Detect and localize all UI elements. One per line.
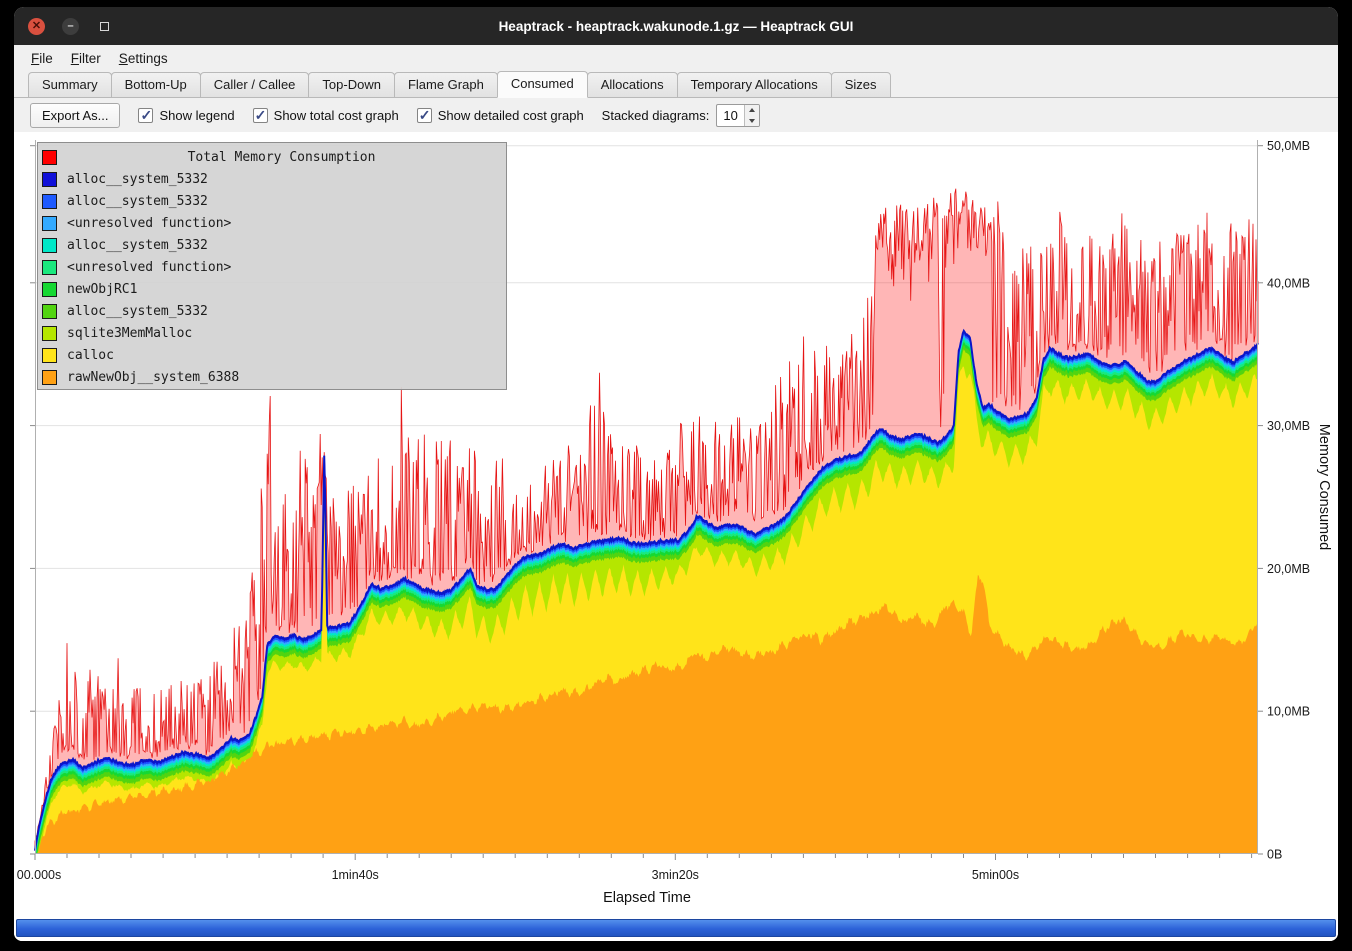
spin-up-button[interactable]	[745, 105, 759, 116]
legend-item: sqlite3MemMalloc	[38, 322, 506, 344]
legend-label: alloc__system_5332	[67, 304, 208, 319]
stacked-diagrams-group: Stacked diagrams: 10	[602, 104, 761, 127]
legend-item: calloc	[38, 344, 506, 366]
show-total-cost-graph-checkbox[interactable]: Show total cost graph	[253, 108, 399, 123]
show-detailed-cost-graph-checkbox[interactable]: Show detailed cost graph	[417, 108, 584, 123]
x-tick-label: 1min40s	[332, 868, 379, 882]
menu-file[interactable]: File	[22, 48, 62, 69]
legend-label: newObjRC1	[67, 282, 137, 297]
menu-settings[interactable]: Settings	[110, 48, 177, 69]
legend-label: calloc	[67, 348, 114, 363]
color-swatch	[42, 326, 57, 341]
legend-item: <unresolved function>	[38, 212, 506, 234]
tab-summary[interactable]: Summary	[28, 72, 112, 97]
x-axis-title: Elapsed Time	[603, 890, 691, 906]
legend-label: alloc__system_5332	[67, 238, 208, 253]
menubar: FileFilterSettings	[14, 45, 1338, 71]
time-range-scrollbar[interactable]	[16, 919, 1336, 937]
x-tick-label: 00.000s	[17, 868, 61, 882]
spin-down-button[interactable]	[745, 115, 759, 126]
color-swatch	[42, 260, 57, 275]
chart-legend: Total Memory Consumption alloc__system_5…	[37, 142, 507, 390]
tab-temporary-allocations[interactable]: Temporary Allocations	[677, 72, 832, 97]
legend-label: <unresolved function>	[67, 260, 231, 275]
y-tick-label: 20,0MB	[1267, 562, 1310, 576]
legend-rows: alloc__system_5332 alloc__system_5332 <unr…	[38, 168, 506, 388]
legend-label: sqlite3MemMalloc	[67, 326, 192, 341]
heaptrack-window: ✕ – Heaptrack - heaptrack.wakunode.1.gz …	[14, 7, 1338, 941]
maximize-button[interactable]	[96, 18, 113, 35]
tab-flame-graph[interactable]: Flame Graph	[394, 72, 498, 97]
export-as-button[interactable]: Export As...	[30, 103, 120, 128]
tab-caller-callee[interactable]: Caller / Callee	[200, 72, 310, 97]
color-swatch	[42, 216, 57, 231]
show-legend-checkbox[interactable]: Show legend	[138, 108, 234, 123]
legend-item: alloc__system_5332	[38, 300, 506, 322]
maximize-icon	[100, 22, 109, 31]
legend-item: alloc__system_5332	[38, 234, 506, 256]
color-swatch	[42, 348, 57, 363]
legend-label: rawNewObj__system_6388	[67, 370, 239, 385]
color-swatch	[42, 304, 57, 319]
tab-allocations[interactable]: Allocations	[587, 72, 678, 97]
tab-bottom-up[interactable]: Bottom-Up	[111, 72, 201, 97]
stacked-diagrams-label: Stacked diagrams:	[602, 108, 710, 123]
color-swatch	[42, 370, 57, 385]
window-title: Heaptrack - heaptrack.wakunode.1.gz — He…	[14, 19, 1338, 34]
spinbox-value[interactable]: 10	[717, 105, 744, 126]
tab-bar: SummaryBottom-UpCaller / CalleeTop-DownF…	[14, 71, 1338, 98]
legend-title: Total Memory Consumption	[57, 150, 506, 165]
spinbox-buttons	[744, 105, 759, 126]
y-tick-label: 0B	[1267, 848, 1282, 862]
legend-label: alloc__system_5332	[67, 194, 208, 209]
checkbox-label: Show total cost graph	[274, 108, 399, 123]
minimize-button[interactable]: –	[62, 18, 79, 35]
y-tick-label: 40,0MB	[1267, 276, 1310, 290]
toolbar: Export As... Show legend Show total cost …	[14, 98, 1338, 132]
menu-filter[interactable]: Filter	[62, 48, 110, 69]
stacked-diagrams-spinbox[interactable]: 10	[716, 104, 760, 127]
checkbox-label: Show detailed cost graph	[438, 108, 584, 123]
color-swatch	[42, 172, 57, 187]
titlebar[interactable]: ✕ – Heaptrack - heaptrack.wakunode.1.gz …	[14, 7, 1338, 45]
checkbox-box[interactable]	[253, 108, 268, 123]
y-tick-label: 50,0MB	[1267, 139, 1310, 153]
legend-label: alloc__system_5332	[67, 172, 208, 187]
color-swatch	[42, 194, 57, 209]
chart-area: 0B 10,0MB 20,0MB 30,0MB 40,0MB 50,0MB 00.000s 1…	[14, 132, 1338, 916]
tab-top-down[interactable]: Top-Down	[308, 72, 395, 97]
legend-item: alloc__system_5332	[38, 168, 506, 190]
legend-title-swatch	[42, 150, 57, 165]
legend-item: alloc__system_5332	[38, 190, 506, 212]
legend-label: <unresolved function>	[67, 216, 231, 231]
checkbox-box[interactable]	[417, 108, 432, 123]
legend-item: rawNewObj__system_6388	[38, 366, 506, 388]
tab-sizes[interactable]: Sizes	[831, 72, 891, 97]
scrollbar-zone	[14, 916, 1338, 941]
y-axis-title: Memory Consumed	[1316, 424, 1332, 551]
x-tick-label: 5min00s	[972, 868, 1019, 882]
y-tick-label: 30,0MB	[1267, 419, 1310, 433]
legend-title-row: Total Memory Consumption	[38, 146, 506, 168]
color-swatch	[42, 238, 57, 253]
x-tick-label: 3min20s	[652, 868, 699, 882]
close-button[interactable]: ✕	[28, 18, 45, 35]
color-swatch	[42, 282, 57, 297]
legend-item: <unresolved function>	[38, 256, 506, 278]
legend-item: newObjRC1	[38, 278, 506, 300]
window-controls: ✕ –	[28, 18, 113, 35]
checkbox-label: Show legend	[159, 108, 234, 123]
tab-consumed[interactable]: Consumed	[497, 71, 588, 98]
checkbox-box[interactable]	[138, 108, 153, 123]
y-tick-label: 10,0MB	[1267, 705, 1310, 719]
